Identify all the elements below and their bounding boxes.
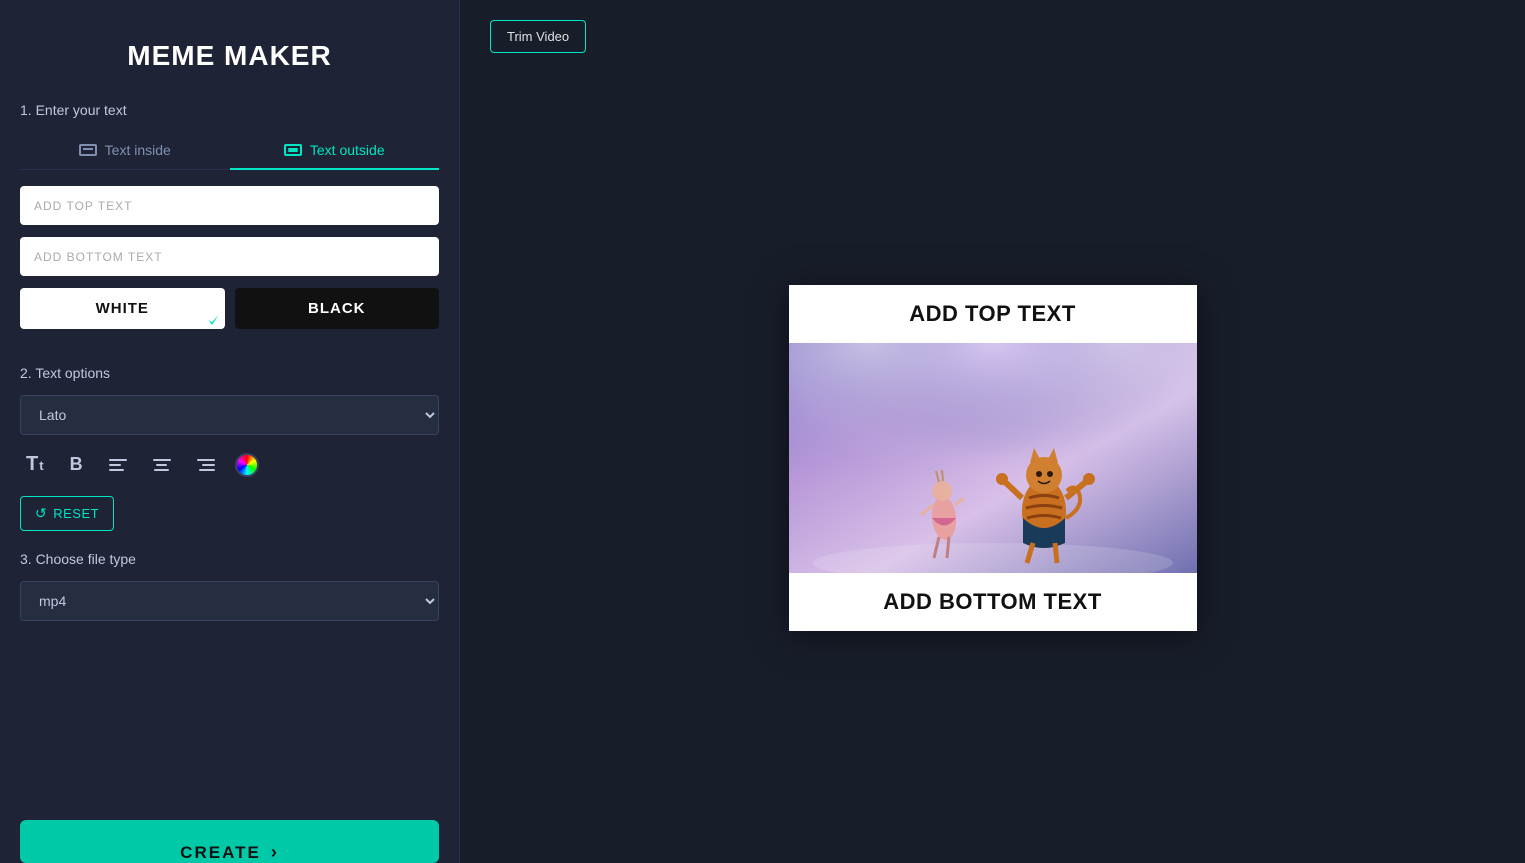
text-inside-icon [79, 144, 97, 156]
top-text-input[interactable] [20, 186, 439, 225]
section2-label: 2. Text options [20, 365, 439, 381]
color-button-row: WHITE BLACK [20, 288, 439, 329]
align-right-button[interactable] [191, 455, 221, 475]
bold-icon: B [70, 454, 83, 475]
file-type-select[interactable]: mp4 gif jpg png [20, 581, 439, 621]
section-file-type: 3. Choose file type mp4 gif jpg png [20, 551, 439, 621]
chevron-right-icon: › [271, 842, 279, 863]
create-label: CREATE [180, 843, 261, 863]
reset-button[interactable]: ↺ RESET [20, 496, 114, 531]
meme-top-text: ADD TOP TEXT [789, 285, 1197, 343]
trim-video-label: Trim Video [507, 29, 569, 44]
reset-label: RESET [53, 506, 99, 521]
font-size-button[interactable]: T t [20, 449, 50, 480]
text-outside-icon [284, 144, 302, 156]
meme-preview: ADD TOP TEXT [789, 285, 1197, 631]
section-text-options: 2. Text options Lato Arial Impact Comic … [20, 365, 439, 531]
trim-video-button[interactable]: Trim Video [490, 20, 586, 53]
font-select[interactable]: Lato Arial Impact Comic Sans MS Times Ne… [20, 395, 439, 435]
bold-button[interactable]: B [64, 450, 89, 479]
reset-icon: ↺ [35, 505, 47, 522]
text-mode-tabs: Text inside Text outside [20, 132, 439, 170]
create-button[interactable]: CREATE › [20, 820, 439, 863]
section1-label: 1. Enter your text [20, 102, 439, 118]
preview-area: ADD TOP TEXT [490, 73, 1495, 843]
bottom-text-input[interactable] [20, 237, 439, 276]
tab-text-inside-label: Text inside [105, 142, 171, 158]
color-white-button[interactable]: WHITE [20, 288, 225, 329]
text-toolbar: T t B [20, 449, 439, 480]
tab-text-outside[interactable]: Text outside [230, 132, 440, 170]
meme-bottom-text: ADD BOTTOM TEXT [789, 573, 1197, 631]
align-center-button[interactable] [147, 455, 177, 475]
font-size-icon: T t [26, 453, 44, 476]
meme-image [789, 343, 1197, 573]
section3-label: 3. Choose file type [20, 551, 439, 567]
tab-text-inside[interactable]: Text inside [20, 132, 230, 170]
align-left-icon [109, 459, 127, 471]
left-panel: MEME MAKER 1. Enter your text Text insid… [0, 0, 460, 863]
align-left-button[interactable] [103, 455, 133, 475]
section-enter-text: 1. Enter your text Text inside Text outs… [20, 102, 439, 345]
stage-lights-svg [789, 343, 1197, 573]
app-title: MEME MAKER [20, 20, 439, 102]
right-panel: Trim Video ADD TOP TEXT [460, 0, 1525, 863]
color-wheel-button[interactable] [235, 453, 259, 477]
color-black-button[interactable]: BLACK [235, 288, 440, 329]
tab-text-outside-label: Text outside [310, 142, 385, 158]
align-right-icon [197, 459, 215, 471]
spacer [20, 641, 439, 800]
align-center-icon [153, 459, 171, 471]
